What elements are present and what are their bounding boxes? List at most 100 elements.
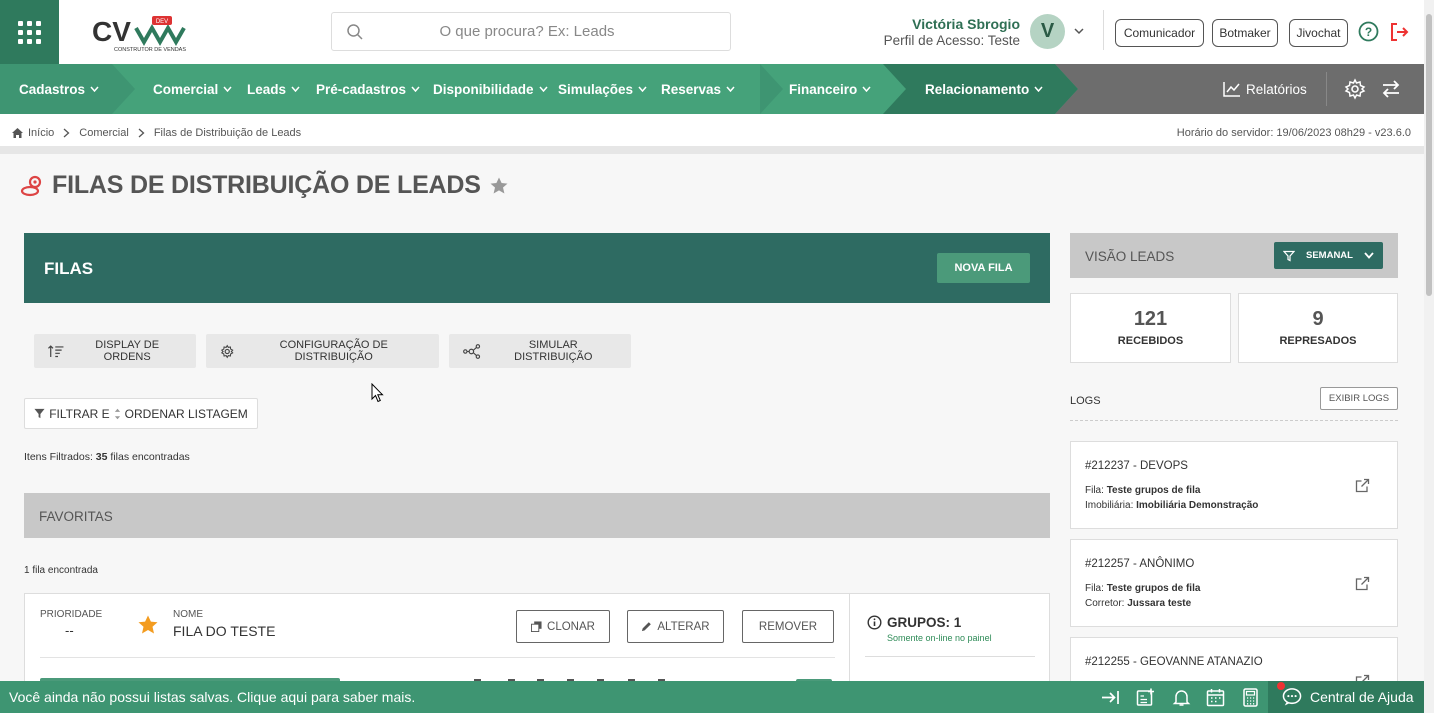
nav-comercial[interactable]: Comercial bbox=[153, 64, 232, 114]
new-queue-button[interactable]: NOVA FILA bbox=[937, 253, 1030, 283]
log-key: Fila: bbox=[1085, 583, 1104, 594]
construtor-de-vendas-logo[interactable]: CV DEV CONSTRUTOR DE VENDAS bbox=[92, 14, 187, 54]
logo-badge: DEV bbox=[156, 19, 168, 25]
help-center-button[interactable]: Central de Ajuda bbox=[1268, 681, 1424, 713]
scrollbar-thumb[interactable] bbox=[1426, 14, 1432, 296]
queue-card: PRIORIDADE -- NOME FILA DO TESTE CLONAR … bbox=[24, 593, 1050, 694]
nav-pre-cadastros[interactable]: Pré-cadastros bbox=[316, 64, 420, 114]
log-line: Corretor: Jussara teste bbox=[1085, 598, 1191, 609]
divider bbox=[849, 594, 850, 694]
display-orders-button[interactable]: DISPLAY DE ORDENS bbox=[34, 334, 196, 368]
apps-menu-button[interactable] bbox=[0, 0, 59, 64]
nav-financeiro[interactable]: Financeiro bbox=[789, 64, 871, 114]
nav-disponibilidade[interactable]: Disponibilidade bbox=[433, 64, 548, 114]
breadcrumb-home[interactable]: Início bbox=[11, 127, 54, 139]
user-profile: Perfil de Acesso: Teste bbox=[883, 33, 1020, 48]
mouse-cursor-icon bbox=[371, 383, 384, 403]
breadcrumb-current: Filas de Distribuição de Leads bbox=[153, 127, 302, 139]
nav-reservas[interactable]: Reservas bbox=[661, 64, 735, 114]
calendar-icon[interactable] bbox=[1206, 688, 1225, 707]
page-scrollbar[interactable] bbox=[1424, 0, 1434, 713]
top-bar: CV DEV CONSTRUTOR DE VENDAS Victória Sbr… bbox=[0, 0, 1424, 64]
info-icon bbox=[867, 615, 882, 630]
nav-relatorios[interactable]: Relatórios bbox=[1223, 64, 1307, 114]
logo-tagline: CONSTRUTOR DE VENDAS bbox=[114, 47, 186, 53]
collapse-right-icon[interactable] bbox=[1101, 688, 1120, 707]
search-icon bbox=[347, 23, 363, 40]
button-label: CLONAR bbox=[547, 620, 595, 633]
nav-cadastros[interactable]: Cadastros bbox=[19, 64, 99, 114]
chevron-down-icon bbox=[726, 86, 735, 92]
filter-icon bbox=[1283, 250, 1295, 261]
chevron-down-icon[interactable] bbox=[1074, 26, 1084, 36]
gear-icon[interactable] bbox=[1344, 78, 1366, 100]
jivochat-button[interactable]: Jivochat bbox=[1289, 19, 1348, 47]
name-label: NOME bbox=[173, 609, 203, 620]
chat-bubble-icon bbox=[1282, 688, 1302, 706]
chevron-down-icon bbox=[291, 86, 300, 92]
items-filtered-label: Itens Filtrados: bbox=[24, 451, 93, 463]
bell-icon[interactable] bbox=[1172, 688, 1191, 707]
stat-label: RECEBIDOS bbox=[1117, 335, 1184, 347]
filter-label: FILTRAR E bbox=[49, 406, 110, 421]
logs-title: LOGS bbox=[1070, 395, 1101, 407]
log-value: Teste grupos de fila bbox=[1106, 583, 1201, 594]
log-line: Fila: Teste grupos de fila bbox=[1085, 485, 1200, 496]
nav-leads[interactable]: Leads bbox=[247, 64, 300, 114]
favorite-star-icon[interactable] bbox=[137, 614, 159, 636]
external-link-icon[interactable] bbox=[1355, 478, 1370, 493]
nav-label: Disponibilidade bbox=[433, 81, 534, 97]
botmaker-button[interactable]: Botmaker bbox=[1212, 19, 1278, 47]
divider bbox=[40, 657, 835, 658]
divider bbox=[865, 656, 1035, 657]
edit-button[interactable]: ALTERAR bbox=[627, 610, 724, 643]
add-list-icon[interactable] bbox=[1136, 688, 1155, 707]
remove-button[interactable]: REMOVER bbox=[742, 610, 834, 643]
distribution-config-button[interactable]: CONFIGURAÇÃO DE DISTRIBUIÇÃO bbox=[206, 334, 439, 368]
items-filtered-text: Itens Filtrados: 35 filas encontradas bbox=[24, 451, 190, 463]
nav-relacionamento[interactable]: Relacionamento bbox=[925, 64, 1043, 114]
avatar[interactable]: V bbox=[1030, 14, 1065, 49]
stat-received: 121 RECEBIDOS bbox=[1070, 293, 1231, 363]
chevron-down-icon bbox=[90, 86, 99, 92]
nav-label: Relacionamento bbox=[925, 81, 1030, 97]
log-entry[interactable]: #212257 - ANÔNIMO Fila: Teste grupos de … bbox=[1070, 539, 1398, 627]
user-info[interactable]: Victória Sbrogio Perfil de Acesso: Teste bbox=[884, 16, 1020, 48]
star-icon[interactable] bbox=[489, 176, 509, 196]
search-box[interactable] bbox=[331, 12, 731, 51]
external-link-icon[interactable] bbox=[1355, 576, 1370, 591]
clone-button[interactable]: CLONAR bbox=[516, 610, 610, 643]
nav-simulacoes[interactable]: Simulações bbox=[558, 64, 647, 114]
filter-sort-button[interactable]: FILTRAR E ORDENAR LISTAGEM bbox=[24, 398, 258, 429]
log-id: #212257 - ANÔNIMO bbox=[1085, 558, 1195, 570]
calculator-icon[interactable] bbox=[1241, 688, 1260, 707]
search-input[interactable] bbox=[364, 23, 690, 40]
apps-grid-icon bbox=[18, 20, 41, 44]
help-center-label: Central de Ajuda bbox=[1310, 689, 1414, 705]
sort-lines-icon bbox=[48, 344, 64, 357]
chevron-down-icon bbox=[1364, 252, 1374, 259]
comunicador-button[interactable]: Comunicador bbox=[1115, 19, 1204, 47]
nav-label: Financeiro bbox=[789, 81, 858, 97]
page-title: FILAS DE DISTRIBUIÇÃO DE LEADS bbox=[52, 171, 481, 199]
show-logs-button[interactable]: EXIBIR LOGS bbox=[1320, 387, 1398, 410]
divider bbox=[1070, 420, 1398, 421]
log-entry[interactable]: #212237 - DEVOPS Fila: Teste grupos de f… bbox=[1070, 441, 1398, 529]
favorites-count: 1 fila encontrada bbox=[24, 565, 98, 576]
nav-label: Reservas bbox=[661, 81, 722, 97]
help-icon[interactable]: ? bbox=[1358, 21, 1379, 42]
chevron-right-icon bbox=[63, 128, 70, 138]
button-label: DISPLAY DE ORDENS bbox=[95, 339, 160, 363]
logout-icon[interactable] bbox=[1388, 21, 1410, 43]
simulate-distribution-button[interactable]: SIMULAR DISTRIBUIÇÃO bbox=[449, 334, 631, 368]
swap-arrows-icon[interactable] bbox=[1380, 78, 1402, 100]
order-label: ORDENAR LISTAGEM bbox=[124, 406, 248, 421]
log-value: Imobiliária Demonstração bbox=[1136, 500, 1259, 511]
nav-label: Simulações bbox=[558, 81, 634, 97]
breadcrumb-comercial[interactable]: Comercial bbox=[79, 127, 129, 139]
chevron-down-icon bbox=[862, 86, 871, 92]
log-value: Jussara teste bbox=[1127, 598, 1192, 609]
saved-lists-message[interactable]: Você ainda não possui listas salvas. Cli… bbox=[9, 689, 415, 705]
period-dropdown[interactable]: SEMANAL bbox=[1274, 242, 1383, 269]
stat-label: REPRESADOS bbox=[1279, 335, 1357, 347]
